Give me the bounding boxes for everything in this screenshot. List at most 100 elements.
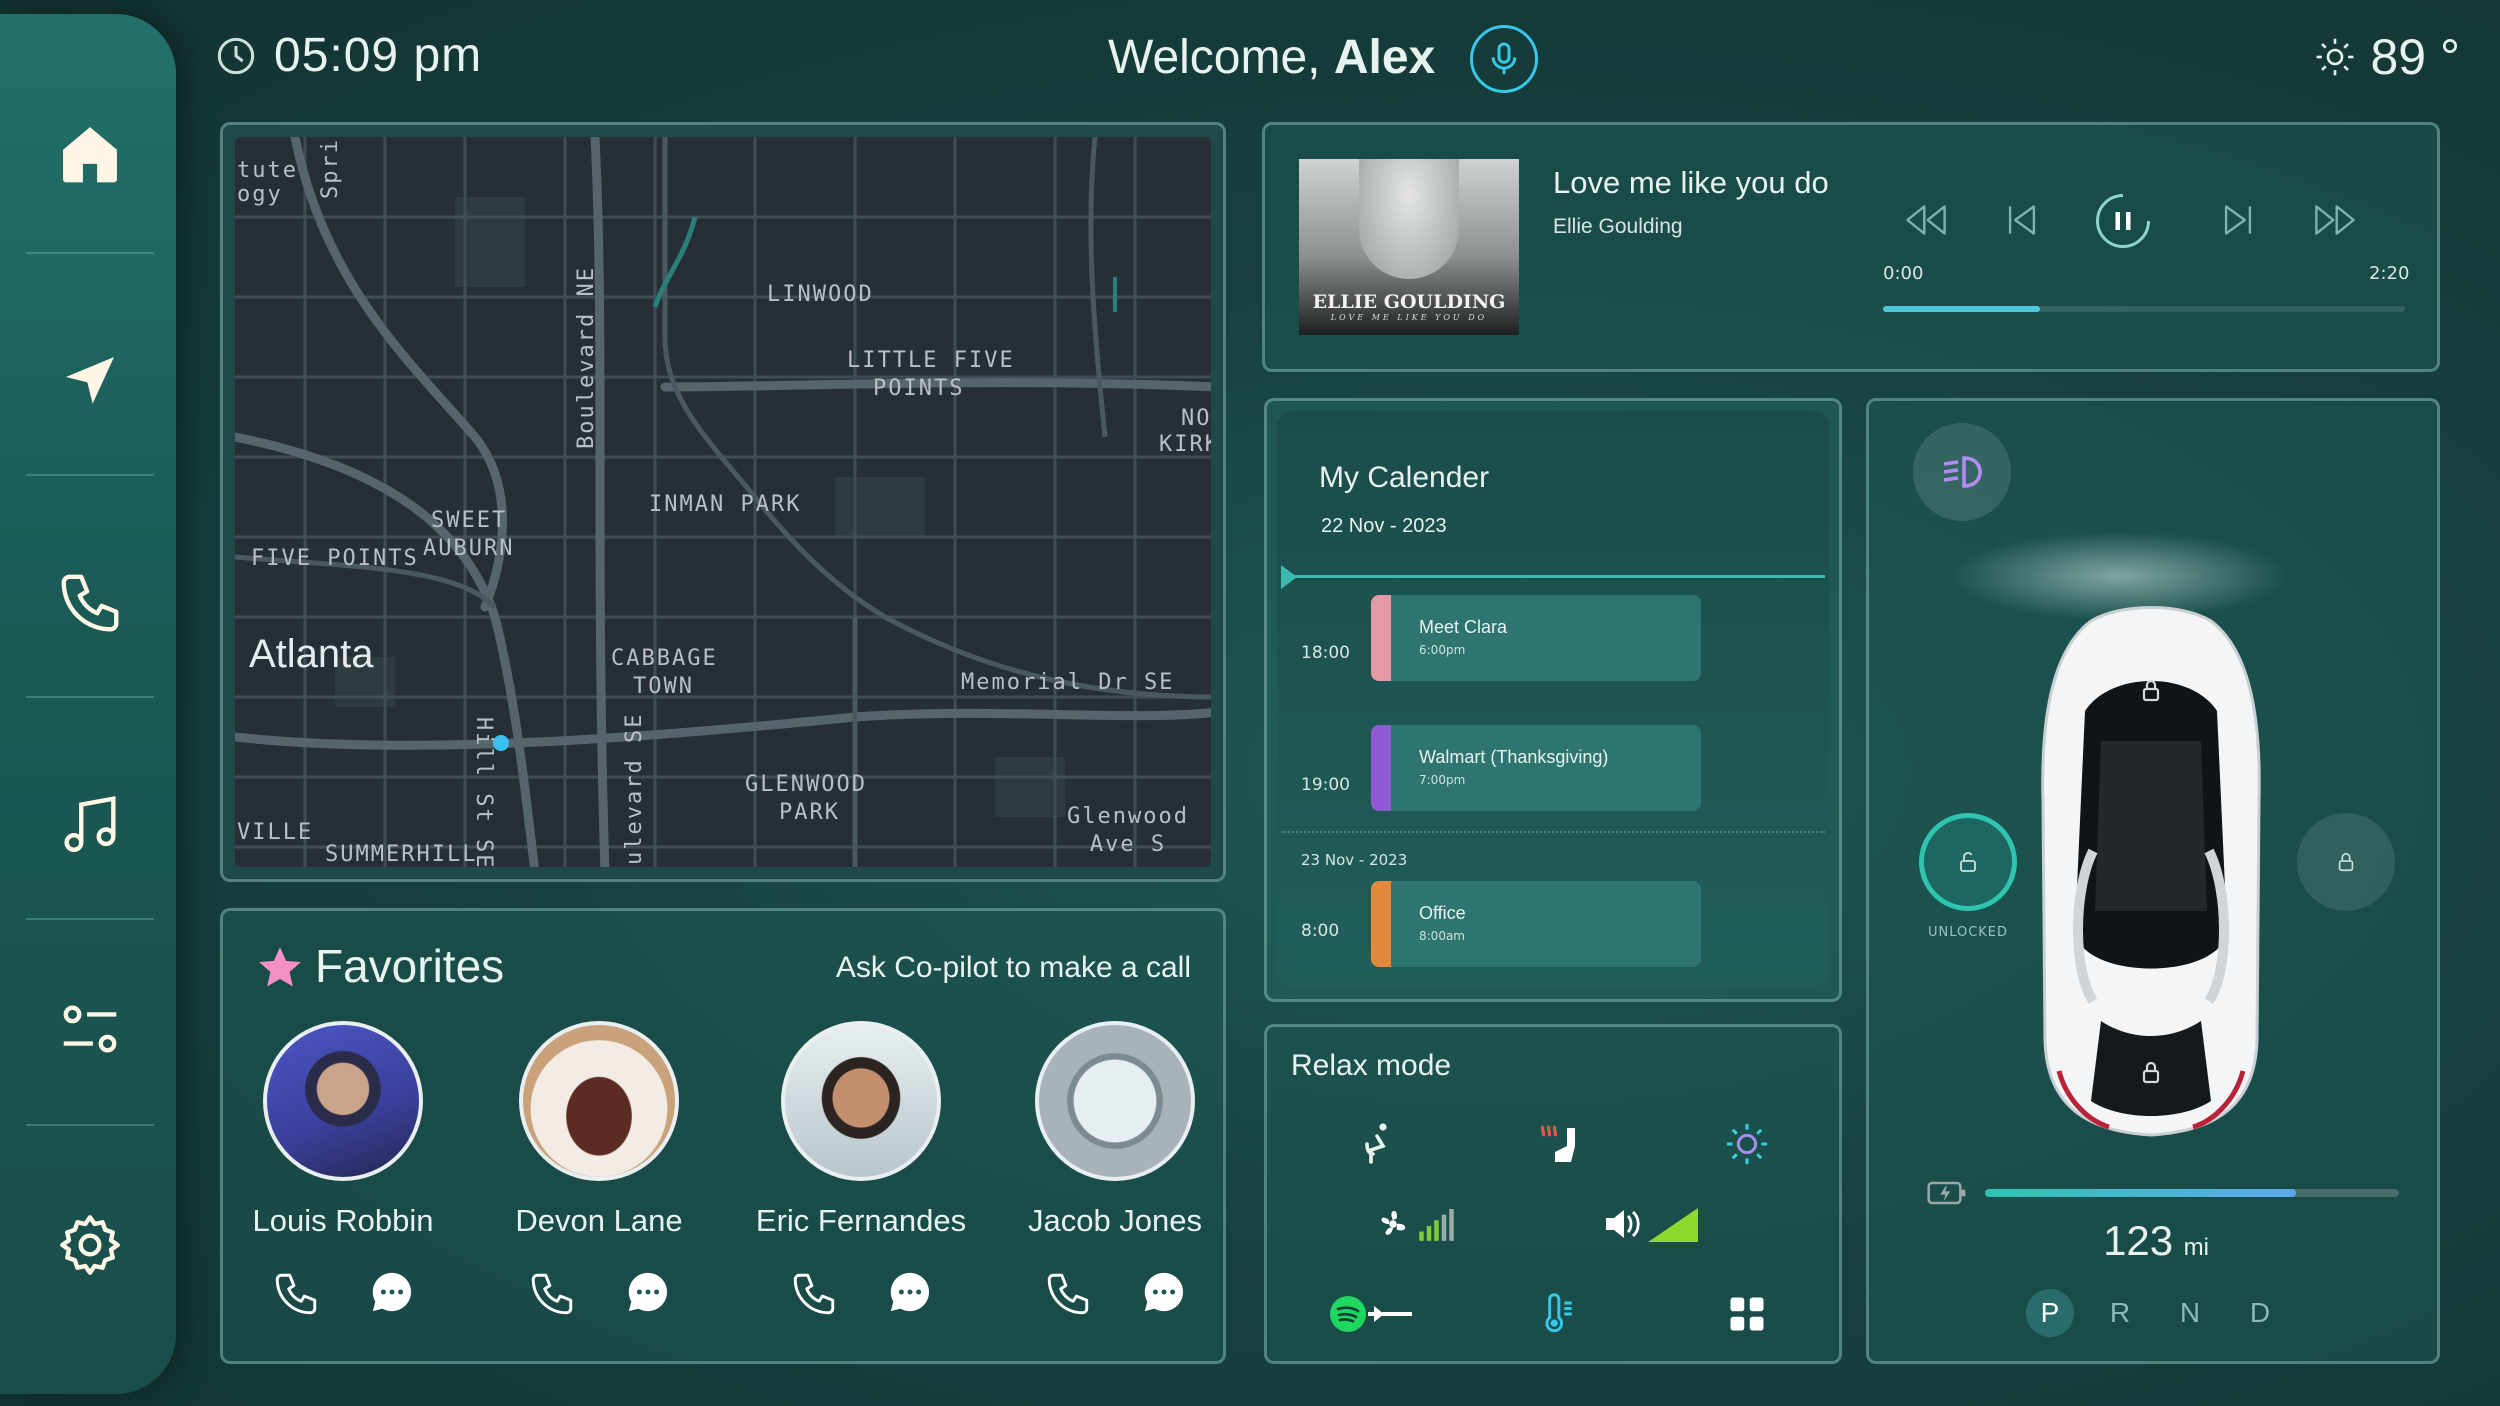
map-label: Memorial Dr SE [961, 670, 1175, 695]
welcome-prefix: Welcome, [1108, 31, 1321, 84]
map-label: FIVE POINTS [251, 546, 419, 571]
message-icon[interactable] [369, 1269, 415, 1315]
favorites-panel: Favorites Ask Co-pilot to make a call Lo… [220, 908, 1226, 1364]
rewind-icon [1906, 205, 1946, 235]
progress-bar[interactable] [1883, 306, 2405, 312]
nav-controls[interactable] [30, 934, 150, 1124]
controls-icon [63, 1005, 117, 1053]
avatar[interactable] [519, 1021, 679, 1181]
seat-heat-icon [1540, 1125, 1575, 1162]
relax-mode-panel: Relax mode [1264, 1024, 1842, 1364]
map-view[interactable]: tute ogy Spring LINWOOD Boulevard NE LIT… [235, 137, 1211, 867]
vehicle-panel: UNLOCKED 123 mi P R N D [1866, 398, 2440, 1364]
map-label: Spring [318, 137, 343, 199]
battery-icon [1927, 1181, 1966, 1205]
welcome-message: Welcome, Alex [1108, 30, 1435, 85]
call-icon[interactable] [1043, 1269, 1093, 1319]
copilot-hint: Ask Co-pilot to make a call [835, 951, 1191, 984]
star-icon [259, 947, 301, 987]
nav-divider [26, 1124, 154, 1126]
message-icon[interactable] [625, 1269, 671, 1315]
voice-assistant-button[interactable] [1470, 25, 1538, 93]
avatar[interactable] [781, 1021, 941, 1181]
call-icon[interactable] [271, 1269, 321, 1319]
seat-recline-button[interactable] [1337, 1109, 1417, 1179]
calendar-event[interactable]: Meet Clara 6:00pm [1371, 595, 1701, 681]
spotify-icon [1330, 1296, 1412, 1332]
map-panel: tute ogy Spring LINWOOD Boulevard NE LIT… [220, 122, 1226, 882]
contact-name: Devon Lane [515, 1203, 683, 1238]
event-time: 19:00 [1301, 775, 1350, 795]
map-label: Boulevard NE [574, 266, 599, 449]
nav-phone[interactable] [30, 508, 150, 698]
gear-drive[interactable]: D [2236, 1289, 2284, 1337]
message-icon[interactable] [1141, 1269, 1187, 1315]
pause-button[interactable] [2093, 191, 2153, 251]
fan-speed-control[interactable] [1373, 1189, 1473, 1259]
event-color-bar [1371, 725, 1391, 811]
nav-divider [26, 696, 154, 698]
event-color-bar [1371, 595, 1391, 681]
nav-settings[interactable] [30, 1150, 150, 1340]
time-marker-icon [1281, 565, 1297, 589]
next-button[interactable] [2213, 195, 2263, 245]
rewind-button[interactable] [1901, 195, 1951, 245]
volume-control[interactable] [1597, 1189, 1707, 1259]
calendar-event[interactable]: Office 8:00am [1371, 881, 1701, 967]
map-label: LINWOOD [767, 282, 874, 307]
climate-button[interactable] [1517, 1279, 1597, 1349]
home-icon [63, 127, 117, 183]
door-lock-toggle[interactable] [1919, 813, 2017, 911]
nav-navigation[interactable] [30, 286, 150, 476]
map-label: LITTLE FIVE [847, 348, 1015, 373]
current-time-line [1281, 575, 1825, 578]
gear-neutral[interactable]: N [2166, 1289, 2214, 1337]
map-label: NO [1181, 406, 1211, 431]
next-icon [2224, 205, 2252, 235]
seat-heat-button[interactable] [1517, 1109, 1597, 1179]
calendar-event[interactable]: Walmart (Thanksgiving) 7:00pm [1371, 725, 1701, 811]
gear-reverse[interactable]: R [2096, 1289, 2144, 1337]
day-divider [1281, 831, 1825, 833]
seat-recline-icon [1365, 1123, 1387, 1164]
event-subtitle: 6:00pm [1419, 643, 1466, 657]
phone-icon [61, 574, 119, 632]
map-label: Glenwood Ave S [1067, 804, 1189, 857]
previous-button[interactable] [1997, 195, 2047, 245]
pause-icon [2096, 194, 2150, 248]
apps-button[interactable] [1707, 1279, 1787, 1349]
trunk-lock-button[interactable] [2297, 813, 2395, 911]
clock-icon [217, 37, 255, 74]
spotify-button[interactable] [1317, 1279, 1427, 1349]
fan-speed-icon [1381, 1209, 1454, 1241]
clock: 05:09 pm [216, 28, 482, 83]
ambient-light-icon [1726, 1123, 1768, 1165]
ambient-light-button[interactable] [1707, 1109, 1787, 1179]
avatar[interactable] [1035, 1021, 1195, 1181]
message-icon[interactable] [887, 1269, 933, 1315]
event-color-bar [1371, 881, 1391, 967]
lock-status-label: UNLOCKED [1927, 925, 2009, 940]
headlight-button[interactable] [1913, 423, 2011, 521]
calendar-panel: My Calender 22 Nov - 2023 18:00 Meet Cla… [1264, 398, 1842, 1002]
event-time: 8:00 [1301, 921, 1340, 941]
music-icon [64, 796, 116, 852]
fast-forward-button[interactable] [2305, 195, 2365, 245]
elapsed-time: 0:00 [1883, 263, 1924, 284]
album-subtitle-text: LOVE ME LIKE YOU DO [1330, 313, 1488, 322]
nav-home[interactable] [30, 59, 150, 249]
favorites-title: Favorites [315, 940, 505, 992]
thermometer-icon [1545, 1293, 1572, 1333]
avatar[interactable] [263, 1021, 423, 1181]
lock-icon [2338, 852, 2354, 872]
call-icon[interactable] [527, 1269, 577, 1319]
range-unit: mi [2183, 1234, 2209, 1261]
nav-music[interactable] [30, 730, 150, 920]
contact-card: Eric Fernandes [741, 1021, 981, 1319]
progress-fill [1883, 306, 2040, 312]
range-readout: 123 mi [1869, 1217, 2443, 1265]
navigation-icon [66, 357, 114, 404]
gear-park[interactable]: P [2026, 1289, 2074, 1337]
call-icon[interactable] [789, 1269, 839, 1319]
map-label: KIRK [1159, 432, 1211, 457]
